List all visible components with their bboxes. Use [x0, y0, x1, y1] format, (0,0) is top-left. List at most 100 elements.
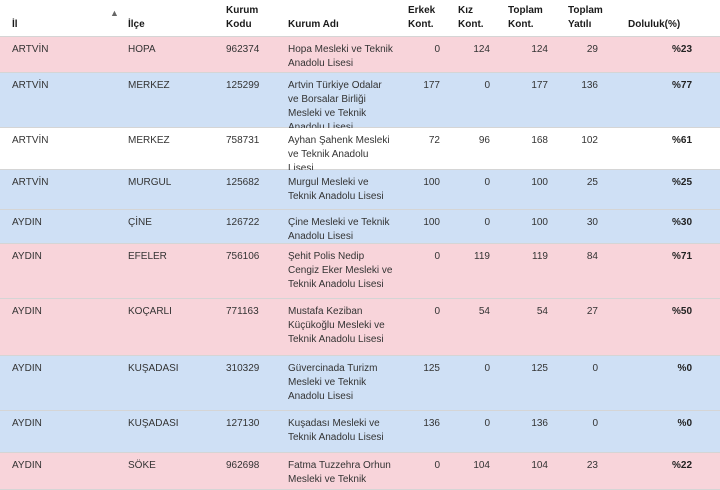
- cell-erkek-text: 177: [423, 80, 440, 91]
- cell-il: AYDIN: [0, 411, 110, 452]
- cell-yatili-text: 30: [586, 217, 598, 228]
- col-header-il-label: İl: [12, 19, 18, 30]
- cell-kurum-adi-text: Murgul Mesleki ve Teknik Anadolu Lisesi: [288, 177, 384, 202]
- cell-kiz-text: 0: [484, 363, 490, 374]
- cell-yatili-text: 0: [592, 363, 598, 374]
- cell-kurum-adi-text: Çine Mesleki ve Teknik Anadolu Lisesi: [288, 217, 390, 242]
- table-row[interactable]: AYDIN KOÇARLI 771163 Mustafa Keziban Küçüko…: [0, 299, 720, 356]
- cell-yatili-text: 0: [592, 418, 598, 429]
- cell-ilce: MERKEZ: [110, 73, 220, 127]
- sort-asc-icon[interactable]: ▲: [110, 6, 119, 20]
- table-row[interactable]: ARTVİN MERKEZ 125299 Artvin Türkiye Odalar …: [0, 73, 720, 133]
- cell-ilce: MERKEZ: [110, 128, 220, 169]
- table-row[interactable]: ARTVİN MERKEZ 758731 Ayhan Şahenk Mesleki v…: [0, 128, 720, 174]
- cell-kiz: 0: [450, 170, 500, 209]
- cell-kurum-adi-text: Şehit Polis Nedip Cengiz Eker Mesleki ve…: [288, 251, 393, 290]
- cell-toplam-text: 54: [536, 306, 548, 317]
- col-header-il[interactable]: İl ▲: [0, 0, 119, 36]
- cell-kurum-adi: Güvercinada Turizm Mesleki ve Teknik Ana…: [280, 356, 400, 410]
- cell-erkek-text: 72: [428, 135, 440, 146]
- table-row[interactable]: AYDIN KUŞADASI 127130 Kuşadası Mesleki ve T…: [0, 411, 720, 453]
- cell-yatili-text: 27: [586, 306, 598, 317]
- cell-yatili-text: 23: [586, 460, 598, 471]
- cell-erkek-text: 100: [423, 177, 440, 188]
- cell-kurum-kodu: 126722: [220, 210, 280, 243]
- table-row[interactable]: AYDIN KUŞADASI 310329 Güvercinada Turizm Me…: [0, 356, 720, 411]
- cell-doluluk-text: %61: [671, 135, 692, 146]
- cell-ilce: ÇİNE: [110, 210, 220, 243]
- cell-kurum-adi: Mustafa Keziban Küçükoğlu Mesleki ve Tek…: [280, 299, 400, 355]
- cell-ilce-text: KOÇARLI: [128, 306, 172, 317]
- cell-ilce-text: MURGUL: [128, 177, 172, 188]
- cell-toplam: 168: [500, 128, 560, 169]
- cell-kiz-text: 119: [474, 251, 490, 262]
- cell-toplam: 177: [500, 73, 560, 127]
- cell-erkek: 0: [400, 299, 450, 355]
- cell-kiz: 0: [450, 356, 500, 410]
- cell-il: AYDIN: [0, 453, 110, 489]
- cell-il-text: AYDIN: [12, 306, 42, 317]
- cell-kurum-kodu-text: 125299: [226, 80, 260, 91]
- cell-kurum-adi-text: Hopa Mesleki ve Teknik Anadolu Lisesi: [288, 44, 393, 69]
- cell-il-text: AYDIN: [12, 363, 42, 374]
- cell-kiz-text: 54: [478, 306, 490, 317]
- cell-kiz: 0: [450, 411, 500, 452]
- cell-toplam: 100: [500, 210, 560, 243]
- col-header-toplam-label: Toplam Kont.: [508, 5, 543, 30]
- cell-il-text: AYDIN: [12, 418, 42, 429]
- cell-yatili: 0: [560, 411, 620, 452]
- table-row[interactable]: AYDIN ÇİNE 126722 Çine Mesleki ve Teknik An…: [0, 210, 720, 244]
- cell-il: ARTVİN: [0, 37, 110, 72]
- table-row[interactable]: AYDIN SÖKE 962698 Fatma Tuzzehra Orhun Mesl…: [0, 453, 720, 490]
- cell-kurum-kodu-text: 962374: [226, 44, 260, 55]
- cell-kiz-text: 0: [484, 217, 490, 228]
- cell-kurum-kodu: 962374: [220, 37, 280, 72]
- cell-erkek-text: 125: [423, 363, 440, 374]
- cell-kurum-adi-text: Mustafa Keziban Küçükoğlu Mesleki ve Tek…: [288, 306, 385, 345]
- cell-kurum-kodu-text: 127130: [226, 418, 260, 429]
- col-header-toplam[interactable]: Toplam Kont.: [500, 0, 560, 36]
- cell-yatili: 102: [560, 128, 620, 169]
- col-header-erkek-label: Erkek Kont.: [408, 5, 436, 30]
- cell-kurum-kodu-text: 962698: [226, 460, 260, 471]
- col-header-kiz-label: Kız Kont.: [458, 5, 484, 30]
- col-header-kurum-adi[interactable]: Kurum Adı: [280, 0, 400, 36]
- cell-kiz-text: 0: [484, 418, 490, 429]
- col-header-yatili[interactable]: Toplam Yatılı: [560, 0, 620, 36]
- cell-erkek-text: 0: [434, 251, 440, 262]
- cell-erkek: 72: [400, 128, 450, 169]
- cell-kiz: 0: [450, 210, 500, 243]
- col-header-ilce[interactable]: İlçe: [110, 0, 220, 36]
- cell-toplam: 104: [500, 453, 560, 489]
- col-header-kurum-kodu[interactable]: Kurum Kodu: [220, 0, 280, 36]
- cell-kurum-kodu: 756106: [220, 244, 280, 298]
- cell-il-text: ARTVİN: [12, 80, 49, 91]
- cell-ilce: SÖKE: [110, 453, 220, 489]
- cell-erkek-text: 136: [423, 418, 440, 429]
- cell-kurum-kodu-text: 771163: [226, 306, 259, 317]
- col-header-erkek[interactable]: Erkek Kont.: [400, 0, 450, 36]
- cell-toplam-text: 177: [531, 80, 548, 91]
- cell-doluluk-text: %71: [671, 251, 692, 262]
- cell-yatili-text: 102: [581, 135, 598, 146]
- col-header-doluluk[interactable]: Doluluk(%): [620, 0, 720, 36]
- table-row[interactable]: ARTVİN HOPA 962374 Hopa Mesleki ve Teknik A…: [0, 37, 720, 73]
- cell-toplam-text: 136: [531, 418, 548, 429]
- cell-toplam-text: 125: [531, 363, 548, 374]
- cell-doluluk: %61: [620, 128, 720, 169]
- cell-ilce: MURGUL: [110, 170, 220, 209]
- cell-kurum-kodu-text: 126722: [226, 217, 260, 228]
- cell-erkek-text: 100: [423, 217, 440, 228]
- cell-doluluk: %77: [620, 73, 720, 127]
- table-row[interactable]: AYDIN EFELER 756106 Şehit Polis Nedip Cengi…: [0, 244, 720, 299]
- cell-erkek: 100: [400, 170, 450, 209]
- cell-doluluk: %0: [620, 411, 720, 452]
- cell-ilce-text: KUŞADASI: [128, 363, 179, 374]
- cell-il: ARTVİN: [0, 170, 110, 209]
- table-row[interactable]: ARTVİN MURGUL 125682 Murgul Mesleki ve Tekn…: [0, 170, 720, 210]
- table-body: ARTVİN HOPA 962374 Hopa Mesleki ve Teknik A…: [0, 37, 720, 490]
- cell-kurum-adi: Fatma Tuzzehra Orhun Mesleki ve Teknik: [280, 453, 400, 489]
- cell-erkek: 125: [400, 356, 450, 410]
- cell-doluluk-text: %0: [677, 418, 692, 429]
- col-header-kiz[interactable]: Kız Kont.: [450, 0, 500, 36]
